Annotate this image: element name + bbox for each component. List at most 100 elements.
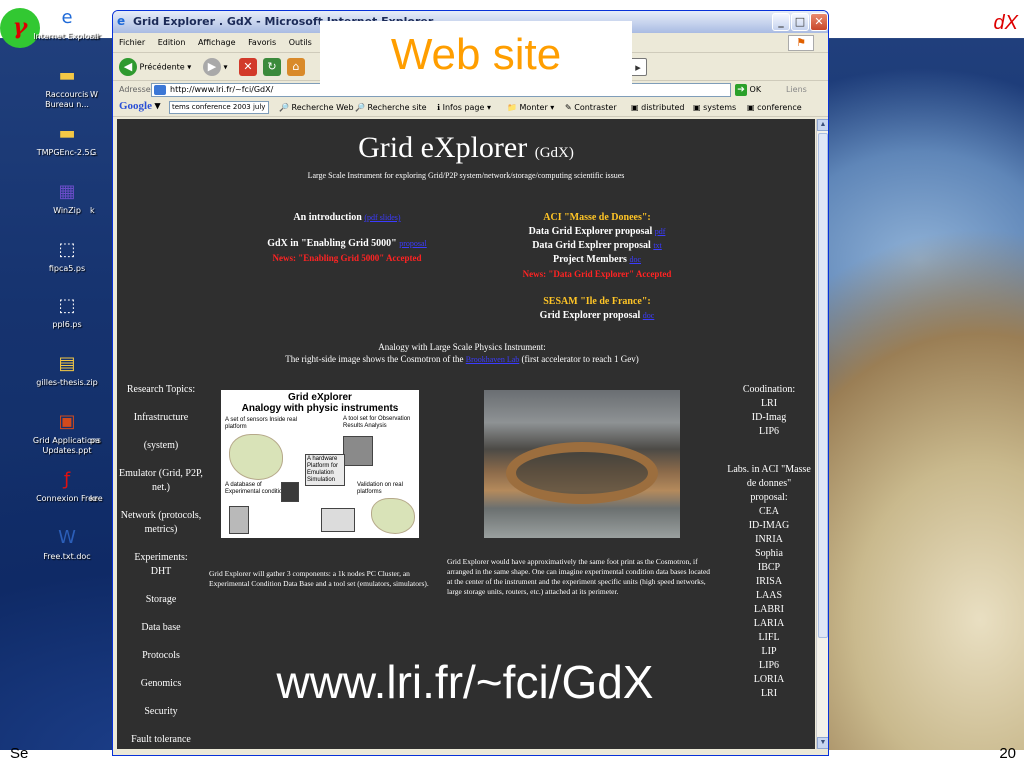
stop-button[interactable]: ✕ <box>239 58 257 76</box>
scroll-thumb[interactable] <box>818 133 828 638</box>
google-recherche-web-button[interactable]: 🔎 Recherche Web <box>279 99 354 117</box>
menu-favoris[interactable]: Favoris <box>248 38 276 47</box>
scroll-down-icon[interactable]: ▼ <box>817 737 828 749</box>
web-site-callout: Web site <box>320 21 632 88</box>
ie-icon: e <box>117 14 126 28</box>
links-button[interactable]: Liens <box>786 81 807 99</box>
lab-item: LAAS <box>755 590 783 601</box>
scroll-up-icon[interactable]: ▲ <box>817 119 828 131</box>
introduction-label: An introduction <box>293 212 362 223</box>
sesam-doc-link[interactable]: doc <box>643 311 655 320</box>
experiment-item: Fault tolerance <box>131 734 191 745</box>
google-infos-page-button[interactable]: ℹ Infos page ▾ <box>437 99 491 117</box>
desktop-icon[interactable]: ⬚ ppl6.ps <box>32 294 102 330</box>
database-box <box>281 482 299 502</box>
coordination-item: ID-Imag <box>751 412 787 423</box>
aci-txt-link[interactable]: txt <box>653 241 661 250</box>
windows-flag-icon: ⚑ <box>788 35 814 51</box>
word-document-icon: W <box>58 527 76 548</box>
google-toolbar: Google ▾ tems conference 2003 july 🔎 Rec… <box>113 99 828 117</box>
experiment-item: Data base <box>141 622 181 633</box>
google-logo[interactable]: Google ▾ <box>119 99 160 112</box>
coordination-item: LRI <box>760 398 778 409</box>
desktop-icon[interactable]: e Internet Explorer sli <box>32 6 102 42</box>
project-members-doc-link[interactable]: doc <box>629 255 641 264</box>
google-contraster-button[interactable]: ✎ Contraster <box>565 99 617 117</box>
free-icon: ƒ <box>63 469 71 490</box>
desktop-icon[interactable]: ▤ gilles-thesis.zip <box>32 352 102 388</box>
menu-affichage[interactable]: Affichage <box>198 38 236 47</box>
sesam-proposal-label: Grid Explorer proposal <box>539 310 641 321</box>
experiment-item: Security <box>144 706 178 717</box>
home-button[interactable]: ⌂ <box>287 58 305 76</box>
labs-list: CEA ID-IMAG INRIA Sophia IBCP IRISA LAAS LABRI L… <box>727 505 811 701</box>
cosmotron-ring <box>506 442 658 504</box>
powerpoint-icon: ▣ <box>58 411 76 432</box>
lab-item: CEA <box>759 506 779 517</box>
france-map-left <box>229 434 283 480</box>
diagram-title: Grid eXplorer Analogy with physic instru… <box>241 392 399 414</box>
ps-document-icon: ⬚ <box>58 295 76 316</box>
menu-fichier[interactable]: Fichier <box>119 38 145 47</box>
introduction-block: An introduction (pdf slides) GdX in "Ena… <box>237 211 457 265</box>
experiment-item: Protocols <box>142 650 180 661</box>
address-label: Adresse <box>119 85 151 94</box>
diagram-validation-label: Validation on real platforms <box>357 482 403 495</box>
google-search-input[interactable]: tems conference 2003 july <box>169 101 269 114</box>
google-conference-button[interactable]: ▣ conference <box>747 99 802 117</box>
menu-edition[interactable]: Edition <box>158 38 186 47</box>
close-button[interactable]: ✕ <box>810 13 828 31</box>
menu-outils[interactable]: Outils <box>289 38 312 47</box>
brookhaven-lab-link[interactable]: Brookhaven Lab <box>466 355 520 364</box>
experiment-item: Genomics <box>140 678 182 689</box>
research-topics-column: Research Topics: Infrastructure (system)… <box>119 383 203 749</box>
sesam-heading: SESAM "Ile de France": <box>543 296 651 307</box>
forward-button[interactable]: ▶ ▾ <box>203 58 228 76</box>
experiments-heading: Experiments: <box>134 552 188 563</box>
slide-corner-text: dX <box>993 12 1018 34</box>
components-caption: Grid Explorer will gather 3 components: … <box>209 569 429 588</box>
desktop-icon[interactable]: ƒ Connexion Free kre <box>32 468 103 504</box>
lab-item: LIFL <box>758 632 780 643</box>
back-button[interactable]: ◀ Précédente ▾ <box>119 58 191 76</box>
cluster-rack <box>229 506 249 534</box>
browser-window[interactable]: e Grid Explorer . GdX - Microsoft Intern… <box>112 10 829 756</box>
desktop-icon[interactable]: ▬ Raccourcis Bureau n... W <box>32 64 102 110</box>
partners-column: Coodination: LRI ID-Imag LIP6 Labs. in ACI… <box>727 383 811 701</box>
lab-item: ID-IMAG <box>748 520 790 531</box>
google-systems-button[interactable]: ▣ systems <box>693 99 736 117</box>
intro-pdf-slides-link[interactable]: (pdf slides) <box>364 213 400 222</box>
go-button[interactable]: ➔ OK <box>735 83 773 97</box>
diagram-sensors-label: A set of sensors Inside real platform <box>225 417 298 430</box>
lab-item: LIP <box>761 646 777 657</box>
coordination-heading: Coodination: <box>742 384 796 395</box>
desktop-icon-label: gilles-thesis.zip <box>36 378 98 387</box>
gdx-proposal-link[interactable]: proposal <box>399 239 427 248</box>
desktop-icon[interactable]: ▬ TMPGEnc-2.5... G <box>32 122 102 158</box>
desktop-icon[interactable]: ▦ WinZip k <box>32 180 102 216</box>
google-distributed-button[interactable]: ▣ distributed <box>631 99 685 117</box>
experiments-list: DHT Storage Data base Protocols Genomics Secu… <box>119 565 203 749</box>
screen-image <box>343 436 373 466</box>
desktop-icon[interactable]: ⬚ fipca5.ps <box>32 238 102 274</box>
maximize-button[interactable]: □ <box>791 13 809 31</box>
aci-news: News: "Data Grid Explorer" Accepted <box>522 269 672 279</box>
enabling-grid-label: GdX in "Enabling Grid 5000" <box>267 238 397 249</box>
experiment-item: DHT <box>150 566 172 577</box>
topic-item: Emulator (Grid, P2P, net.) <box>119 468 203 493</box>
google-monter-button[interactable]: 📁 Monter ▾ <box>507 99 554 117</box>
desktop-icon[interactable]: W Free.txt.doc <box>32 526 102 562</box>
desktop-icon[interactable]: ▣ Grid Applications Updates.ppt pa <box>32 410 102 456</box>
vertical-scrollbar[interactable]: ▲ ▼ <box>816 119 828 749</box>
stop-icon: ✕ <box>239 58 257 76</box>
lab-item: IBCP <box>757 562 781 573</box>
research-topics-heading: Research Topics: <box>126 384 196 395</box>
site-url-overlay: www.lri.fr/~fci/GdX <box>276 656 654 708</box>
google-recherche-site-button[interactable]: 🔎 Recherche site <box>355 99 427 117</box>
minimize-button[interactable]: _ <box>772 13 790 31</box>
analogy-line: Analogy with Large Scale Physics Instrum… <box>378 342 546 352</box>
topic-item: Infrastructure <box>133 412 189 423</box>
aci-pdf-link[interactable]: pdf <box>655 227 666 236</box>
page-title: Grid eXplorer (GdX) <box>358 131 574 164</box>
refresh-button[interactable]: ↻ <box>263 58 281 76</box>
